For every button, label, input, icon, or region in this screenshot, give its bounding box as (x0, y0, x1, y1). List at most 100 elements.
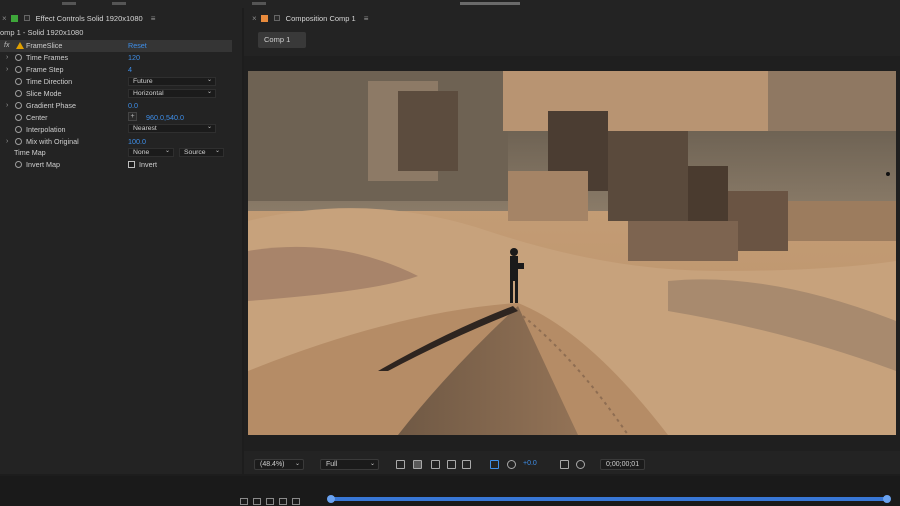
property-label: Frame Step (26, 65, 64, 75)
stopwatch-icon[interactable] (15, 161, 22, 169)
shy-layers-icon[interactable] (266, 498, 274, 505)
time-map-source-dropdown[interactable]: Source ⌄ (179, 148, 224, 158)
close-icon[interactable]: × (252, 14, 257, 23)
slice-mode-dropdown[interactable]: Horizontal ⌄ (128, 88, 216, 98)
work-area-bar[interactable] (327, 495, 891, 503)
stopwatch-icon[interactable] (15, 125, 22, 133)
top-strip (0, 0, 900, 8)
crosshair-icon[interactable]: + (128, 112, 137, 122)
expand-arrow-icon[interactable]: › (6, 66, 8, 73)
frame-step-value[interactable]: 4 (128, 65, 132, 74)
guides-icon[interactable] (447, 460, 456, 469)
chevron-down-icon: ⌄ (206, 124, 212, 131)
exposure-value[interactable]: +0.0 (523, 460, 537, 467)
effect-controls-panel: × Effect Controls Solid 1920x1080 ≡ omp … (0, 8, 242, 474)
expand-arrow-icon[interactable]: › (6, 102, 8, 109)
dropdown-value: Future (133, 77, 153, 85)
lock-icon[interactable] (23, 15, 30, 21)
resolution-value: Full (326, 461, 338, 468)
composition-tab-title[interactable]: Composition Comp 1 (286, 14, 356, 23)
stopwatch-icon[interactable] (15, 54, 22, 62)
chevron-down-icon: ⌄ (206, 88, 212, 95)
gradient-phase-value[interactable]: 0.0 (128, 101, 138, 110)
frame-blending-icon[interactable] (279, 498, 287, 505)
stopwatch-icon[interactable] (15, 113, 22, 121)
property-label: Interpolation (26, 124, 66, 134)
fx-toggle[interactable]: fx (4, 42, 9, 49)
color-management-icon[interactable] (490, 460, 499, 469)
layer-path: omp 1 - Solid 1920x1080 (0, 28, 84, 37)
mix-with-original-value[interactable]: 100.0 (128, 137, 146, 146)
property-label: Slice Mode (26, 89, 62, 98)
3d-view-icon[interactable] (462, 460, 471, 469)
show-snapshot-icon[interactable] (576, 460, 585, 469)
top-strip-tab[interactable] (62, 2, 76, 5)
time-frames-value[interactable]: 120 (128, 53, 140, 62)
resolution-dropdown[interactable]: Full ⌄ (320, 459, 379, 470)
property-row-time-map: Time Map None ⌄ Source ⌄ (0, 147, 232, 159)
panel-menu-icon[interactable]: ≡ (364, 14, 369, 23)
stopwatch-icon[interactable] (15, 66, 22, 74)
property-label: Gradient Phase (26, 100, 76, 110)
interpolation-dropdown[interactable]: Nearest ⌄ (128, 124, 216, 134)
composition-viewer[interactable] (244, 56, 900, 451)
property-row-interpolation: Interpolation Nearest ⌄ (0, 123, 232, 135)
close-icon[interactable]: × (2, 14, 7, 23)
top-strip-tab-active[interactable] (460, 2, 520, 5)
motion-blur-icon[interactable] (292, 498, 300, 505)
property-label: Time Direction (26, 77, 73, 87)
current-time-display[interactable]: 0;00;00;01 (600, 459, 646, 470)
expand-arrow-icon[interactable]: › (6, 54, 8, 61)
comp-navigator-tab[interactable]: Comp 1 (258, 32, 306, 48)
property-row-center: Center + 960.0,540.0 (0, 111, 232, 123)
panel-menu-icon[interactable]: ≡ (151, 14, 156, 23)
composition-header: × Composition Comp 1 ≡ (252, 11, 368, 25)
time-direction-dropdown[interactable]: Future ⌄ (128, 76, 216, 86)
property-label: Time Map (14, 148, 46, 158)
chevron-down-icon: ⌄ (164, 148, 170, 155)
zoom-dropdown[interactable]: (48.4%) ⌄ (254, 459, 304, 470)
property-label: Time Frames (26, 53, 69, 63)
dropdown-value: Horizontal (133, 89, 164, 97)
time-map-layer-dropdown[interactable]: None ⌄ (128, 148, 174, 158)
exposure-reset-icon[interactable] (507, 460, 516, 469)
camera-snapshot-icon[interactable] (560, 460, 569, 469)
lock-icon[interactable] (273, 15, 280, 21)
zoom-value: (48.4%) (260, 461, 285, 468)
draft-3d-icon[interactable] (253, 498, 261, 505)
invert-checkbox-label: Invert (139, 160, 157, 170)
warning-icon (16, 42, 24, 49)
timeline-panel (0, 476, 900, 506)
property-row-frame-step: › Frame Step 4 (0, 64, 232, 76)
stopwatch-icon[interactable] (15, 101, 22, 109)
invert-checkbox[interactable] (128, 160, 135, 168)
composition-toolbar: (48.4%) ⌄ Full ⌄ +0.0 0;00;00;01 (244, 454, 900, 474)
property-label: Mix with Original (26, 136, 79, 146)
comp-mini-flowchart-icon[interactable] (240, 498, 248, 505)
transparency-grid-icon[interactable] (413, 460, 422, 469)
reset-button[interactable]: Reset (128, 41, 147, 50)
top-strip-tab[interactable] (112, 2, 126, 5)
top-strip-tab[interactable] (252, 2, 266, 5)
property-row-time-direction: Time Direction Future ⌄ (0, 76, 232, 88)
stopwatch-icon[interactable] (15, 137, 22, 145)
mask-path-icon[interactable] (431, 460, 440, 469)
property-label: Center (26, 112, 48, 122)
stopwatch-icon[interactable] (15, 90, 22, 97)
effect-property-list: fx FrameSlice Reset › Time Frames 120 › … (0, 40, 232, 171)
region-of-interest-icon[interactable] (396, 460, 405, 469)
property-row-gradient-phase: › Gradient Phase 0.0 (0, 99, 232, 111)
effect-controls-tab-title[interactable]: Effect Controls Solid 1920x1080 (36, 14, 143, 23)
chevron-down-icon: ⌄ (206, 76, 212, 83)
dropdown-value: Source (184, 149, 206, 157)
stopwatch-icon[interactable] (15, 78, 22, 86)
expand-arrow-icon[interactable]: › (6, 138, 8, 145)
dropdown-value: Nearest (133, 125, 157, 133)
effect-row-frameslice[interactable]: fx FrameSlice Reset (0, 40, 232, 52)
chevron-down-icon: ⌄ (294, 461, 300, 467)
center-value[interactable]: 960.0,540.0 (146, 113, 184, 122)
chevron-down-icon: ⌄ (214, 148, 220, 155)
dropdown-value: None (133, 149, 150, 157)
video-frame[interactable] (248, 71, 896, 435)
effect-controls-header: × Effect Controls Solid 1920x1080 ≡ (0, 11, 242, 25)
